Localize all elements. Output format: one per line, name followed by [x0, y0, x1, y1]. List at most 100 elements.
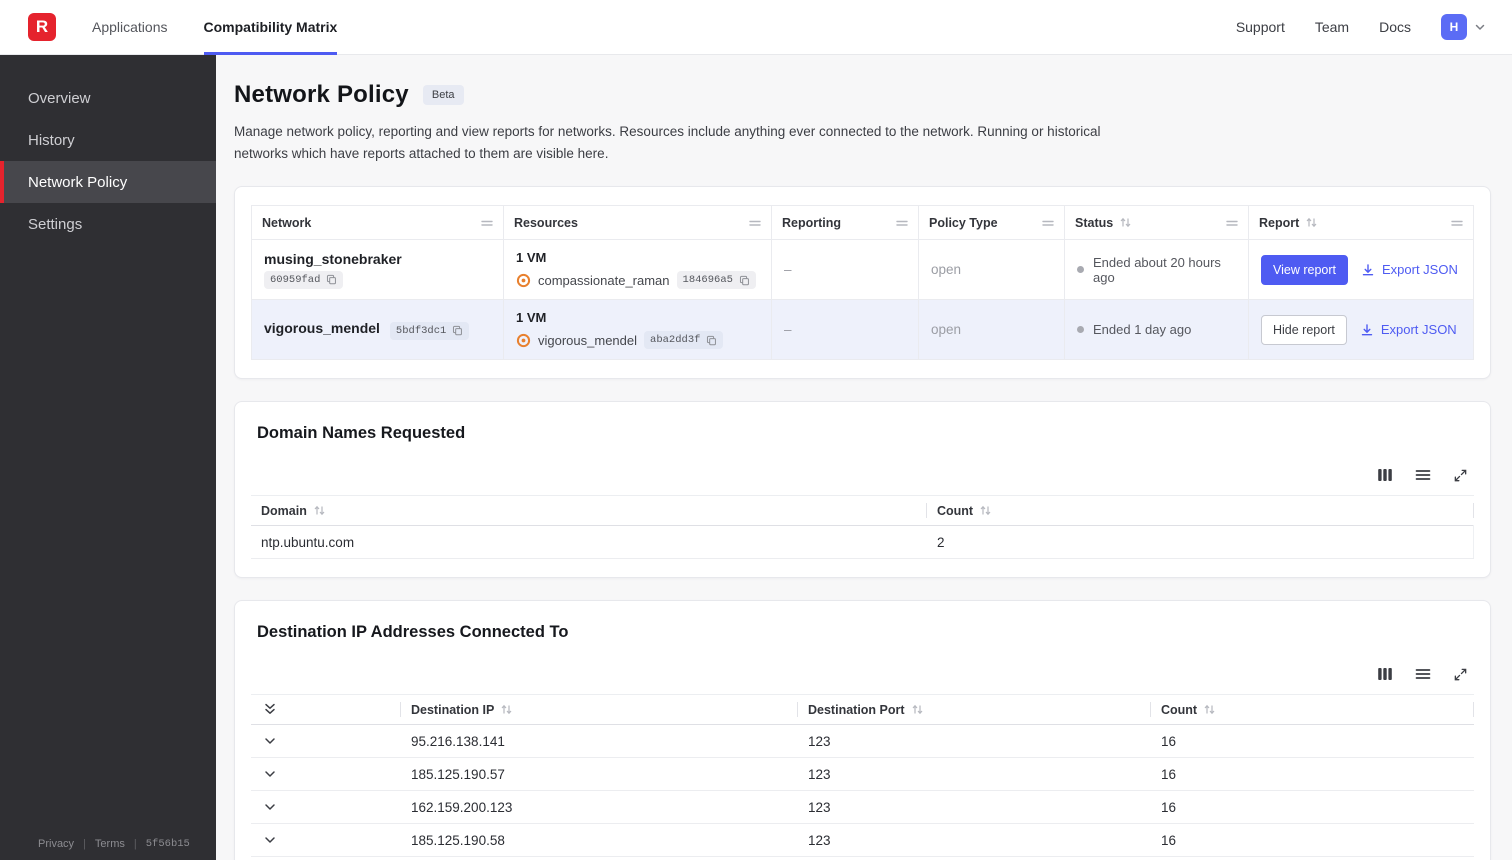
nav-applications[interactable]: Applications [92, 0, 168, 55]
ip-cell: 185.125.190.58 [401, 823, 798, 858]
column-menu-icon[interactable] [896, 217, 908, 229]
sidebar-item-overview[interactable]: Overview [0, 77, 216, 119]
column-header-policy-type[interactable]: Policy Type [918, 205, 1065, 240]
ip-row: 185.125.190.58 123 16 [251, 823, 1474, 858]
report-cell: View report Export JSON [1248, 239, 1474, 300]
sort-icon [500, 703, 513, 716]
network-row[interactable]: vigorous_mendel 5bdf3dc1 1 VM vigorous_me… [251, 299, 1474, 360]
columns-icon[interactable] [1377, 467, 1393, 483]
copy-icon[interactable] [739, 275, 750, 286]
download-icon [1361, 263, 1375, 277]
sort-icon [979, 504, 992, 517]
domain-cell: ntp.ubuntu.com [251, 525, 927, 560]
column-menu-icon[interactable] [749, 217, 761, 229]
expand-all-icon[interactable] [261, 700, 279, 718]
vm-count: 1 VM [516, 310, 547, 326]
resource-id-pill: 184696a5 [676, 271, 756, 290]
main-content: Network Policy Beta Manage network polic… [216, 55, 1512, 860]
column-menu-icon[interactable] [1451, 217, 1463, 229]
ips-card-title: Destination IP Addresses Connected To [257, 623, 569, 642]
table-toolbar [251, 467, 1468, 483]
divider: | [83, 838, 86, 850]
sort-icon [313, 504, 326, 517]
page-description: Manage network policy, reporting and vie… [234, 124, 1101, 161]
sidebar-item-settings[interactable]: Settings [0, 203, 216, 245]
beta-badge: Beta [422, 85, 464, 105]
table-toolbar [251, 666, 1468, 682]
reporting-cell: – [771, 299, 919, 360]
sidebar-item-label: History [28, 131, 75, 149]
column-header-report[interactable]: Report [1248, 205, 1474, 240]
port-cell: 123 [798, 823, 1151, 858]
top-nav: Applications Compatibility Matrix [92, 0, 337, 55]
privacy-link[interactable]: Privacy [38, 838, 74, 850]
column-header-count[interactable]: Count [927, 496, 1474, 526]
columns-icon[interactable] [1377, 666, 1393, 682]
link-support[interactable]: Support [1236, 19, 1285, 35]
export-json-button[interactable]: Export JSON [1361, 262, 1458, 277]
nav-compatibility-matrix[interactable]: Compatibility Matrix [203, 0, 337, 55]
expander-cell [251, 724, 401, 759]
user-menu[interactable]: H [1441, 14, 1486, 40]
copy-icon[interactable] [326, 274, 337, 285]
network-row[interactable]: musing_stonebraker 60959fad 1 VM compassi… [251, 239, 1474, 300]
ip-row: 185.125.190.57 123 16 [251, 757, 1474, 792]
sidebar-item-history[interactable]: History [0, 119, 216, 161]
network-id-pill: 5bdf3dc1 [389, 321, 470, 340]
port-cell: 123 [798, 790, 1151, 825]
nav-applications-label: Applications [92, 19, 168, 35]
sidebar-item-label: Network Policy [28, 173, 128, 191]
policy-type-cell: open [918, 239, 1065, 300]
copy-icon[interactable] [452, 325, 463, 336]
domain-row: ntp.ubuntu.com 2 [251, 525, 1474, 560]
app-logo[interactable]: R [28, 13, 56, 41]
column-header-reporting[interactable]: Reporting [771, 205, 919, 240]
vm-icon [516, 273, 531, 288]
column-header-status[interactable]: Status [1064, 205, 1249, 240]
terms-link[interactable]: Terms [95, 838, 125, 850]
resources-cell: 1 VM vigorous_mendel aba2dd3f [503, 299, 772, 360]
sidebar-item-network-policy[interactable]: Network Policy [0, 161, 216, 203]
column-menu-icon[interactable] [481, 217, 493, 229]
ip-row: 95.216.138.141 123 16 [251, 724, 1474, 759]
column-header-destination-port[interactable]: Destination Port [798, 695, 1151, 725]
chevron-down-icon[interactable] [261, 798, 279, 816]
fullscreen-icon[interactable] [1453, 667, 1468, 682]
column-header-network[interactable]: Network [252, 206, 504, 240]
divider: | [133, 838, 137, 850]
link-docs[interactable]: Docs [1379, 19, 1411, 35]
chevron-down-icon[interactable] [261, 732, 279, 750]
column-header-count[interactable]: Count [1151, 695, 1474, 725]
download-icon [1360, 323, 1374, 337]
sort-icon [1203, 703, 1216, 716]
column-menu-icon[interactable] [1226, 217, 1238, 229]
expander-cell [251, 823, 401, 858]
hide-report-button[interactable]: Hide report [1261, 314, 1347, 345]
column-header-destination-ip[interactable]: Destination IP [401, 695, 798, 725]
network-cell: musing_stonebraker 60959fad [252, 240, 504, 300]
link-team[interactable]: Team [1315, 19, 1349, 35]
export-json-button[interactable]: Export JSON [1360, 322, 1457, 337]
count-cell: 16 [1151, 724, 1474, 759]
fullscreen-icon[interactable] [1453, 468, 1468, 483]
expander-header [251, 695, 401, 725]
domains-card: Domain Names Requested Domain Count ntp.… [234, 401, 1491, 579]
row-density-icon[interactable] [1415, 467, 1431, 483]
view-report-button[interactable]: View report [1261, 254, 1348, 285]
row-density-icon[interactable] [1415, 666, 1431, 682]
column-header-resources[interactable]: Resources [503, 205, 772, 240]
sort-icon [911, 703, 924, 716]
chevron-down-icon[interactable] [261, 765, 279, 783]
build-version: 5f56b15 [145, 838, 190, 850]
column-menu-icon[interactable] [1042, 217, 1054, 229]
port-cell: 123 [798, 757, 1151, 792]
networks-table: Network Resources Reporting Policy Type … [251, 205, 1474, 361]
count-cell: 2 [927, 525, 1474, 560]
copy-icon[interactable] [706, 335, 717, 346]
avatar: H [1441, 14, 1467, 40]
status-text: Ended 1 day ago [1093, 322, 1192, 338]
domains-table: Domain Count ntp.ubuntu.com 2 [251, 495, 1474, 560]
network-id-pill: 60959fad [264, 270, 344, 289]
column-header-domain[interactable]: Domain [251, 496, 927, 526]
chevron-down-icon[interactable] [261, 831, 279, 849]
